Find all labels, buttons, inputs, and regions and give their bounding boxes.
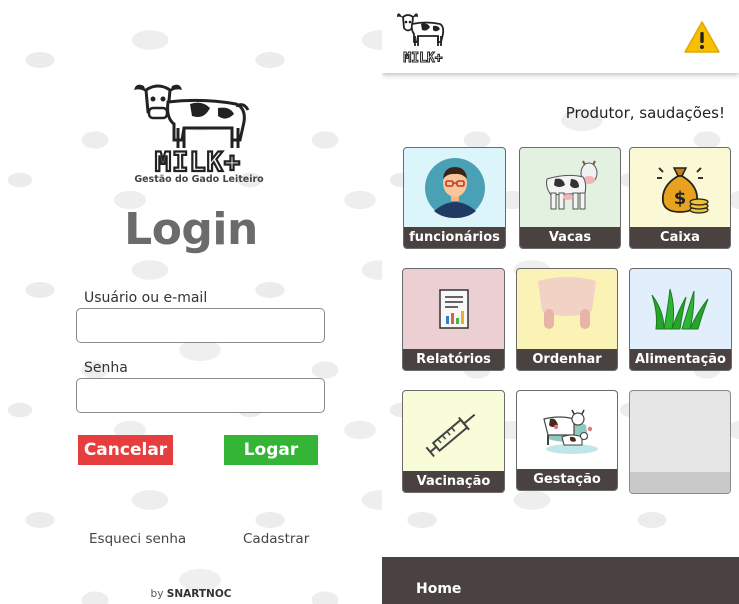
cow-logo-icon: MILK+ bbox=[128, 78, 270, 174]
tile-caixa[interactable]: $ Caixa bbox=[629, 147, 731, 249]
report-icon bbox=[403, 269, 504, 350]
tile-funcionarios[interactable]: funcionários bbox=[403, 147, 506, 249]
nav-home[interactable]: Home bbox=[416, 581, 461, 597]
svg-text:MILK+: MILK+ bbox=[403, 51, 442, 64]
username-input[interactable] bbox=[76, 308, 325, 343]
tile-ordenhar[interactable]: Ordenhar bbox=[516, 268, 618, 371]
tile-label: Gestação bbox=[517, 469, 617, 490]
cow-icon bbox=[520, 148, 620, 228]
tile-vacas[interactable]: Vacas bbox=[519, 147, 621, 249]
page-title: Login bbox=[124, 204, 258, 255]
warning-icon[interactable] bbox=[683, 20, 721, 54]
tile-label bbox=[630, 472, 730, 493]
tile-label: Vacinação bbox=[403, 471, 504, 492]
byline-prefix: by bbox=[150, 588, 164, 600]
tile-label: Caixa bbox=[630, 227, 730, 248]
top-bar: MILK+ bbox=[382, 0, 739, 73]
milk-plus-logo: MILK+ bbox=[396, 10, 452, 68]
tile-relatorios[interactable]: Relatórios bbox=[402, 268, 505, 371]
password-label: Senha bbox=[84, 360, 128, 376]
tile-vacinacao[interactable]: Vacinação bbox=[402, 390, 505, 493]
syringe-icon bbox=[403, 391, 504, 472]
byline: by SNARTNOC bbox=[0, 588, 382, 600]
login-screen: MILK+ Gestão do Gado Leiteiro Login Usuá… bbox=[0, 0, 382, 604]
svg-text:$: $ bbox=[674, 188, 687, 209]
tile-alimentacao[interactable]: Alimentação bbox=[629, 268, 732, 371]
brand-tagline: Gestão do Gado Leiteiro bbox=[134, 174, 264, 185]
byline-brand: SNARTNOC bbox=[166, 588, 232, 600]
cow-calf-icon bbox=[517, 391, 617, 470]
tile-label: Ordenhar bbox=[517, 349, 617, 370]
tile-label: Vacas bbox=[520, 227, 620, 248]
cancel-button[interactable]: Cancelar bbox=[78, 435, 173, 465]
register-link[interactable]: Cadastrar bbox=[243, 531, 309, 547]
tile-empty[interactable] bbox=[629, 390, 731, 494]
svg-text:MILK+: MILK+ bbox=[154, 147, 240, 174]
udder-icon bbox=[517, 269, 617, 350]
password-input[interactable] bbox=[76, 378, 325, 413]
greeting-text: Produtor, saudações! bbox=[565, 104, 725, 122]
money-bag-icon: $ bbox=[630, 148, 730, 228]
tile-label: Relatórios bbox=[403, 349, 504, 370]
forgot-password-link[interactable]: Esqueci senha bbox=[89, 531, 186, 547]
employee-avatar-icon bbox=[404, 148, 505, 228]
bottom-nav: Home bbox=[382, 557, 739, 604]
dashboard-screen: MILK+ Produtor, saudações! funcionários … bbox=[382, 0, 739, 604]
tile-gestacao[interactable]: Gestação bbox=[516, 390, 618, 491]
username-label: Usuário ou e-mail bbox=[84, 290, 208, 306]
milk-plus-logo: MILK+ Gestão do Gado Leiteiro bbox=[128, 78, 270, 185]
tile-label: funcionários bbox=[404, 227, 505, 248]
tile-label: Alimentação bbox=[630, 349, 731, 370]
grass-icon bbox=[630, 269, 731, 350]
login-button[interactable]: Logar bbox=[224, 435, 318, 465]
